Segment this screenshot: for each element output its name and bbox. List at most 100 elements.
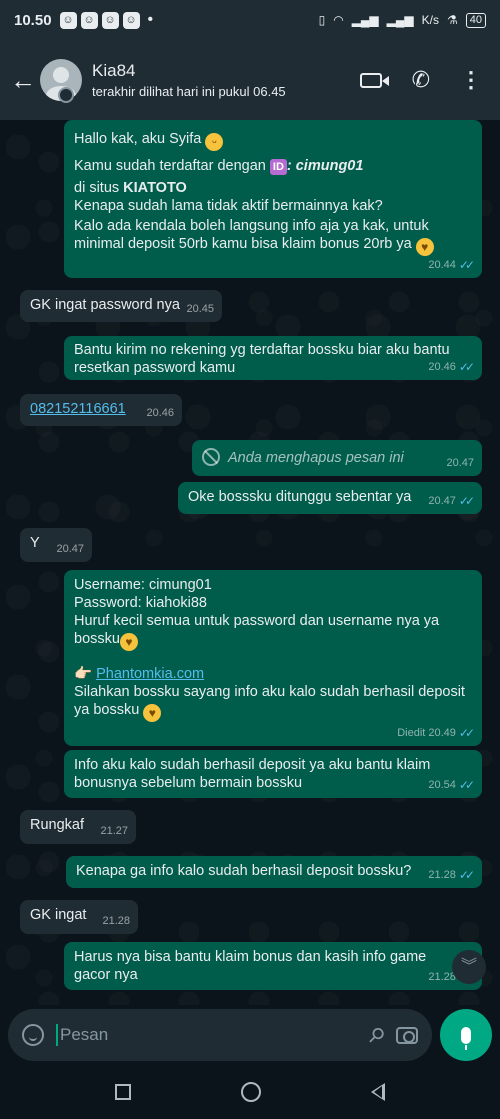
message-bubble-outgoing[interactable]: Hallo kak, aku Syifa ᵕ Kamu sudah terdaf…	[64, 120, 482, 278]
smiling-hearts-emoji-icon: ♥	[143, 704, 162, 722]
message-meta: 21.28	[102, 912, 130, 930]
app-notification-icon: ☺	[80, 11, 98, 29]
message-bubble-outgoing[interactable]: Username: cimung01 Password: kiahoki88 H…	[64, 570, 482, 746]
app-notification-icon: ☺	[101, 11, 119, 29]
message-composer: ⚲	[0, 1005, 500, 1065]
message-text: Password: kiahoki88	[74, 595, 207, 611]
message-text: Kamu sudah terdaftar dengan	[74, 158, 266, 174]
voice-message-button[interactable]	[440, 1009, 492, 1061]
message-meta: 21.27	[100, 822, 128, 840]
deleted-icon	[202, 448, 220, 466]
signal-icon: ▂▄▆	[351, 13, 379, 27]
home-icon[interactable]	[241, 1082, 261, 1102]
message-text: Hallo kak, aku Syifa	[74, 131, 202, 147]
message-meta: Diedit 20.49 ✓✓	[397, 724, 475, 742]
message-bubble-outgoing[interactable]: Info aku kalo sudah berhasil deposit ya …	[64, 750, 482, 798]
pointing-hand-emoji-icon: 👉🏻	[74, 666, 93, 682]
contact-info[interactable]: Kia84 terakhir dilihat hari ini pukul 06…	[92, 61, 286, 99]
emoji-sticker-icon[interactable]	[22, 1024, 44, 1046]
message-time: 20.46	[146, 407, 174, 419]
message-site-name: KIATOTO	[123, 180, 187, 196]
chat-area[interactable]: Hallo kak, aku Syifa ᵕ Kamu sudah terdaf…	[0, 120, 500, 1005]
smiling-hearts-emoji-icon: ♥	[415, 238, 434, 256]
video-call-icon[interactable]	[359, 72, 389, 88]
read-ticks-icon: ✓✓	[458, 778, 475, 792]
smiling-hearts-emoji-icon: ♥	[119, 633, 138, 651]
app-notification-icon: ☺	[59, 11, 77, 29]
system-navigation-bar	[0, 1065, 500, 1119]
message-text: Silahkan bossku sayang info aku kalo sud…	[74, 684, 465, 718]
message-meta: 20.47 ✓✓	[428, 492, 475, 510]
message-text: Kenapa sudah lama tidak aktif bermainnya…	[74, 198, 383, 214]
website-link[interactable]: Phantomkia.com	[96, 666, 204, 682]
message-time: 21.27	[100, 825, 128, 837]
contact-name: Kia84	[92, 61, 136, 80]
message-meta: 20.47	[446, 454, 474, 472]
message-meta: 20.45	[186, 300, 214, 318]
scroll-to-bottom-button[interactable]: ︾	[452, 950, 486, 984]
message-bubble-outgoing[interactable]: Kenapa ga info kalo sudah berhasil depos…	[66, 856, 482, 888]
flask-icon: ⚗	[446, 13, 458, 27]
message-time: 20.46	[428, 361, 456, 373]
message-text: Kenapa ga info kalo sudah berhasil depos…	[76, 863, 412, 879]
message-bubble-incoming[interactable]: GK ingat password nya 20.45	[20, 290, 222, 322]
id-emoji-icon: ID	[269, 159, 287, 175]
message-text: Bantu kirim no rekening yg terdaftar bos…	[74, 342, 450, 376]
message-bubble-deleted[interactable]: Anda menghapus pesan ini 20.47	[192, 440, 482, 476]
more-options-icon[interactable]: ⋮	[460, 67, 482, 93]
deleted-message-text: Anda menghapus pesan ini	[228, 450, 404, 466]
status-time: 10.50	[14, 11, 52, 29]
edited-label: Diedit	[397, 727, 426, 739]
message-text: Info aku kalo sudah berhasil deposit ya …	[74, 757, 431, 791]
message-time: 20.47	[428, 495, 456, 507]
app-notification-icon: ☺	[122, 11, 140, 29]
message-text: Username: cimung01	[74, 577, 212, 593]
message-bubble-outgoing[interactable]: Oke bosssku ditunggu sebentar ya 20.47 ✓…	[178, 482, 482, 514]
message-text: Oke bosssku ditunggu sebentar ya	[188, 489, 412, 505]
chat-header: ← Kia84 terakhir dilihat hari ini pukul …	[0, 40, 500, 120]
input-bar: ⚲	[8, 1009, 432, 1061]
message-bubble-outgoing[interactable]: Harus nya bisa bantu klaim bonus dan kas…	[64, 942, 482, 990]
message-time: 20.47	[446, 457, 474, 469]
read-ticks-icon: ✓✓	[458, 868, 475, 882]
last-seen: terakhir dilihat hari ini pukul 06.45	[92, 84, 286, 99]
message-text: GK ingat	[30, 907, 87, 923]
message-bubble-outgoing[interactable]: Bantu kirim no rekening yg terdaftar bos…	[64, 336, 482, 380]
notification-icons: ☺ ☺ ☺ ☺	[59, 11, 140, 29]
double-chevron-down-icon: ︾	[460, 958, 477, 975]
message-time: 20.44	[428, 259, 456, 271]
message-bubble-incoming[interactable]: GK ingat 21.28	[20, 900, 138, 934]
header-actions: ✆ ⋮	[359, 67, 482, 93]
message-meta: 20.46 ✓✓	[428, 358, 475, 376]
message-time: 21.28	[428, 869, 456, 881]
message-meta: 21.28 ✓✓	[428, 866, 475, 884]
smile-emoji-icon: ᵕ	[205, 133, 224, 151]
message-text: di situs	[74, 180, 120, 196]
message-text: Harus nya bisa bantu klaim bonus dan kas…	[74, 949, 427, 983]
read-ticks-icon: ✓✓	[458, 494, 475, 508]
message-time: 20.45	[186, 303, 214, 315]
message-meta: 20.46	[146, 404, 174, 422]
status-right: ▯ ◠ ▂▄▆ ▂▄▆ K/s ⚗ 40	[318, 12, 486, 28]
more-notifications-dot: •	[147, 11, 154, 28]
camera-icon[interactable]	[396, 1026, 418, 1044]
vibrate-icon: ▯	[318, 13, 326, 27]
message-bubble-incoming[interactable]: 082152116661 20.46	[20, 394, 182, 426]
recent-apps-icon[interactable]	[115, 1084, 131, 1100]
back-triangle-icon[interactable]	[371, 1083, 385, 1101]
message-time: 20.54	[428, 779, 456, 791]
message-input[interactable]	[60, 1025, 358, 1045]
back-arrow-icon[interactable]: ←	[10, 65, 36, 96]
phone-number-link[interactable]: 082152116661	[30, 401, 126, 417]
network-speed: K/s	[421, 13, 439, 27]
phone-call-icon[interactable]: ✆	[412, 67, 430, 93]
message-bubble-incoming[interactable]: Rungkaf 21.27	[20, 810, 136, 844]
message-text: GK ingat password nya	[30, 297, 180, 313]
read-ticks-icon: ✓✓	[458, 726, 475, 740]
message-time: 20.47	[56, 543, 84, 555]
message-bubble-incoming[interactable]: Y 20.47	[20, 528, 92, 562]
attachment-icon[interactable]: ⚲	[363, 1021, 391, 1049]
read-ticks-icon: ✓✓	[458, 258, 475, 272]
status-bar: 10.50 ☺ ☺ ☺ ☺ • ▯ ◠ ▂▄▆ ▂▄▆ K/s ⚗ 40	[0, 0, 500, 40]
battery-icon: 40	[465, 12, 486, 28]
